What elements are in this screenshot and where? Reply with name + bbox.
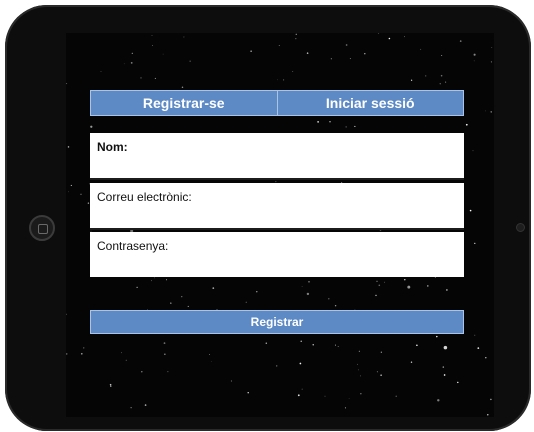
- tab-login[interactable]: Iniciar sessió: [276, 91, 464, 115]
- name-field[interactable]: Nom:: [90, 133, 464, 180]
- tab-register[interactable]: Registrar-se: [91, 91, 277, 115]
- email-field-underline: [90, 228, 464, 230]
- name-field-underline: [90, 178, 464, 180]
- email-field[interactable]: Correu electrònic:: [90, 183, 464, 230]
- name-field-label: Nom:: [97, 140, 128, 154]
- app-screen: Registrar-se Iniciar sessió Nom: Correu …: [66, 33, 494, 417]
- home-button[interactable]: [29, 215, 55, 241]
- home-square-icon: [38, 224, 48, 234]
- password-field-label: Contrasenya:: [97, 239, 169, 253]
- register-button[interactable]: Registrar: [90, 310, 464, 334]
- password-field[interactable]: Contrasenya:: [90, 232, 464, 277]
- auth-tabs: Registrar-se Iniciar sessió: [90, 90, 464, 116]
- email-field-label: Correu electrònic:: [97, 190, 192, 204]
- camera-icon: [516, 223, 525, 232]
